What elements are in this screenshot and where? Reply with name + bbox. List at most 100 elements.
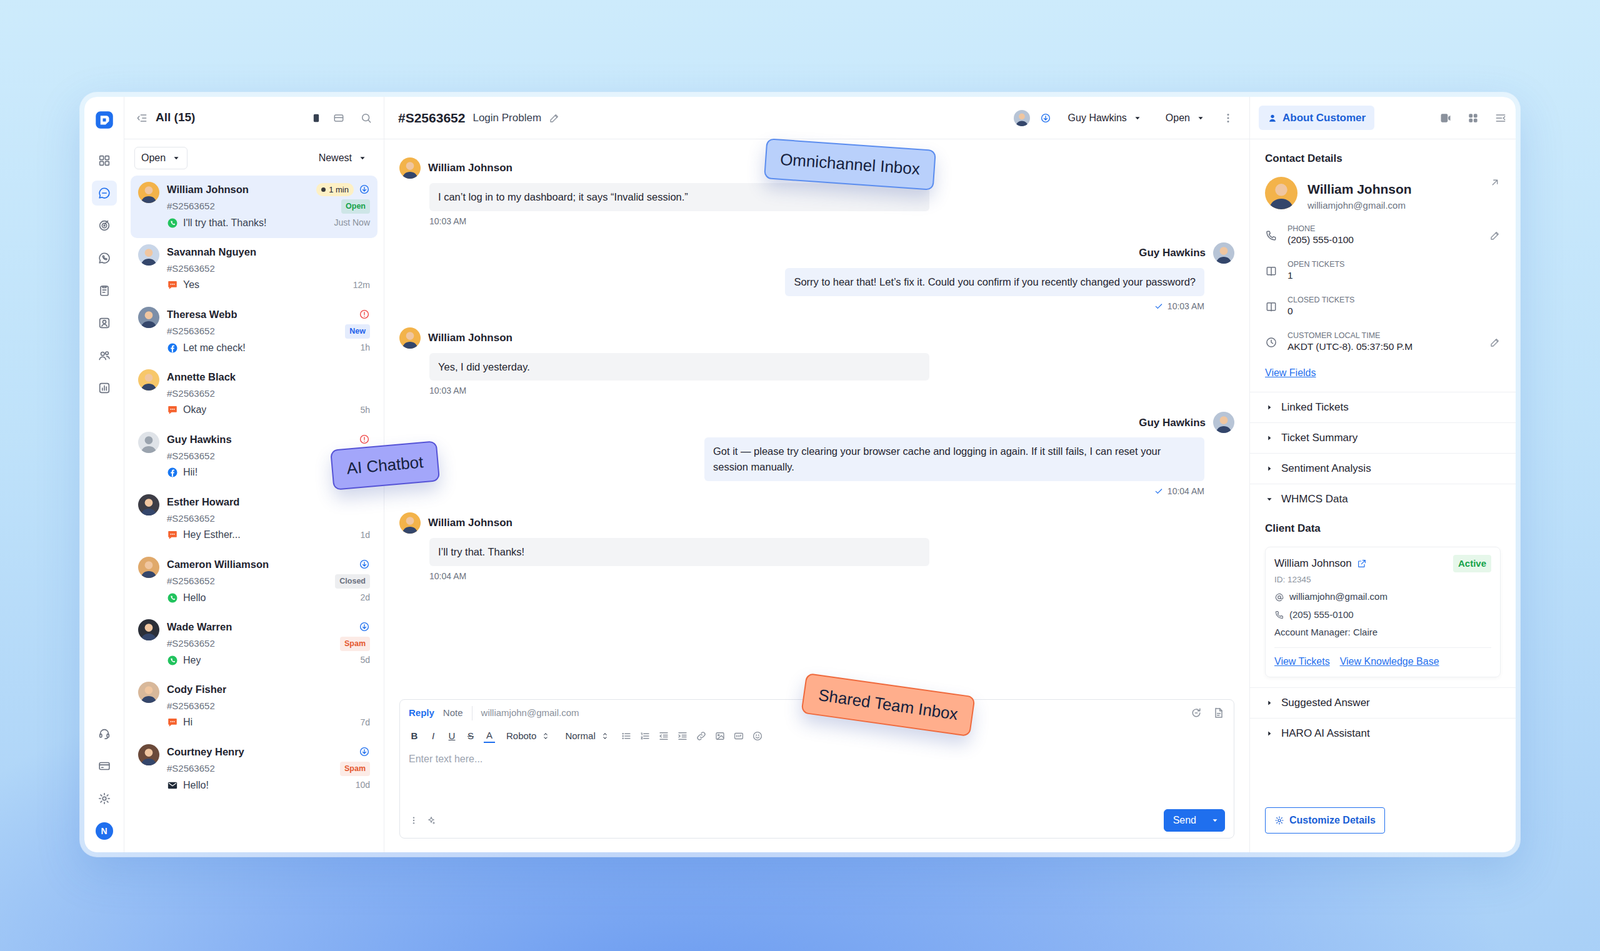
- status-filter[interactable]: Open: [134, 146, 188, 170]
- collapse-panel-button[interactable]: [1494, 111, 1507, 125]
- send-group: Send: [1163, 809, 1225, 832]
- format-button[interactable]: B: [408, 730, 420, 743]
- section-title: WHMCS Data: [1281, 491, 1349, 508]
- apps-tab[interactable]: [1466, 111, 1480, 125]
- conversation-head: Esther Howard: [166, 494, 370, 510]
- contact-field: OPEN TICKETS1: [1265, 253, 1501, 290]
- sidebar-item[interactable]: [91, 375, 117, 401]
- conversation-item[interactable]: Theresa Webb#S2563652NewLet me check!1h: [130, 300, 378, 364]
- conversation-item[interactable]: Cameron Williamson#S2563652ClosedHello2d: [130, 550, 378, 614]
- composer-tab[interactable]: Reply: [408, 706, 435, 721]
- send-button[interactable]: Send: [1163, 809, 1206, 832]
- message-meta: 10:03 AM: [429, 384, 1205, 398]
- avatar: [399, 327, 421, 349]
- edit-field-button[interactable]: [1489, 230, 1501, 242]
- up-down-icon: [541, 731, 550, 741]
- template-button[interactable]: [1212, 706, 1225, 720]
- format-button[interactable]: A: [483, 729, 495, 744]
- section-toggle[interactable]: HARO AI Assistant: [1250, 718, 1516, 749]
- toolbar-button[interactable]: [620, 730, 632, 742]
- edit-field-button[interactable]: [1489, 336, 1501, 349]
- conversation-item[interactable]: Esther Howard#S2563652Hey Esther...1d: [130, 488, 378, 551]
- format-button[interactable]: S: [465, 730, 477, 743]
- client-name[interactable]: William Johnson: [1274, 555, 1352, 572]
- format-button[interactable]: I: [427, 730, 439, 743]
- conversation-summary: Theresa Webb#S2563652NewLet me check!1h: [166, 306, 370, 357]
- pencil-icon: [1489, 230, 1501, 242]
- section-toggle[interactable]: Suggested Answer: [1250, 687, 1516, 719]
- ai-assist-button[interactable]: [426, 815, 437, 826]
- toolbar-button[interactable]: [639, 730, 651, 742]
- section-toggle[interactable]: Ticket Summary: [1250, 422, 1516, 454]
- media-tab[interactable]: [1439, 111, 1452, 125]
- conversation-item[interactable]: Cody Fisher#S2563652Hi7d: [130, 675, 378, 739]
- field-value: 1: [1287, 269, 1501, 282]
- format-button[interactable]: U: [446, 730, 458, 743]
- more-options-button[interactable]: [408, 815, 419, 826]
- collapse-button[interactable]: [135, 111, 149, 125]
- section-toggle[interactable]: Sentiment Analysis: [1250, 453, 1516, 484]
- sidebar-item[interactable]: [91, 148, 117, 174]
- last-message: Hi: [183, 715, 193, 730]
- about-customer-tab[interactable]: About Customer: [1258, 105, 1375, 131]
- send-options-button[interactable]: [1205, 809, 1225, 832]
- section-title: Sentiment Analysis: [1281, 460, 1372, 477]
- section-toggle[interactable]: WHMCS Data: [1250, 483, 1516, 515]
- sidebar-item[interactable]: [91, 278, 117, 304]
- status-dropdown[interactable]: Open: [1158, 106, 1212, 130]
- font-select[interactable]: Roboto: [502, 729, 554, 744]
- conversation-preview: Hi7d: [166, 715, 370, 730]
- view-button[interactable]: [332, 111, 345, 125]
- conversation-meta: #S2563652Spam: [166, 761, 370, 777]
- video-icon: [1439, 111, 1452, 125]
- toolbar-button[interactable]: [751, 730, 764, 742]
- toolbar-button[interactable]: [714, 730, 726, 742]
- client-link[interactable]: View Tickets: [1274, 654, 1330, 670]
- more-button[interactable]: [1221, 111, 1235, 125]
- user-avatar[interactable]: N: [95, 822, 114, 840]
- caret-right-icon: [1265, 698, 1274, 708]
- conversation-item[interactable]: William Johnson1 min#S2563652OpenI'll tr…: [130, 175, 378, 239]
- view-fields-link[interactable]: View Fields: [1265, 365, 1317, 381]
- conversation-item[interactable]: Courtney Henry#S2563652SpamHello!10d: [130, 738, 378, 801]
- sidebar-item[interactable]: [91, 245, 117, 271]
- format-toolbar: BIUSA Roboto Normal: [400, 724, 1234, 749]
- client-link[interactable]: View Knowledge Base: [1340, 654, 1440, 670]
- conversation-item[interactable]: Savannah Nguyen#S2563652Yes12m: [130, 238, 378, 301]
- composer-tab[interactable]: Note: [443, 706, 464, 721]
- conversation-summary: Annette Black#S2563652Okay5h: [166, 369, 370, 420]
- reply-input[interactable]: [400, 748, 1234, 806]
- toolbar-button[interactable]: [733, 730, 745, 742]
- ticket-number: #S2563652: [166, 386, 215, 402]
- sidebar-item[interactable]: [91, 753, 117, 779]
- sort-dropdown[interactable]: Newest: [311, 146, 374, 170]
- conversation-item[interactable]: Annette Black#S2563652Okay5h: [130, 363, 378, 426]
- conversation-item[interactable]: Wade Warren#S2563652SpamHey5d: [130, 613, 378, 676]
- sidebar-item[interactable]: [91, 213, 117, 239]
- toolbar-button[interactable]: [676, 730, 689, 742]
- assignee-dropdown[interactable]: Guy Hawkins: [1061, 106, 1149, 130]
- chat-icon: [166, 404, 179, 416]
- toolbar-button[interactable]: [658, 730, 670, 742]
- conversation-preview: I'll try that. Thanks!Just Now: [166, 215, 370, 231]
- search-icon: [360, 111, 373, 125]
- search-button[interactable]: [360, 111, 373, 125]
- customize-details-button[interactable]: Customize Details: [1265, 807, 1385, 834]
- sidebar-item[interactable]: [91, 721, 117, 747]
- more-vertical-icon: [1221, 111, 1235, 125]
- caret-right-icon: [1265, 433, 1274, 443]
- open-contact-button[interactable]: [1489, 176, 1501, 189]
- toolbar-button[interactable]: [695, 730, 707, 742]
- ai-rewrite-button[interactable]: [1190, 706, 1203, 720]
- edit-subject-button[interactable]: [548, 112, 560, 124]
- at-icon: [1274, 592, 1285, 603]
- client-data: Client DataWilliam JohnsonActiveID: 1234…: [1250, 514, 1516, 688]
- sidebar-item[interactable]: [91, 343, 117, 369]
- section-toggle[interactable]: Linked Tickets: [1250, 391, 1516, 423]
- view-button[interactable]: [310, 111, 323, 125]
- pencil-icon: [1489, 336, 1501, 349]
- sidebar-item[interactable]: [91, 310, 117, 336]
- sidebar-item[interactable]: [91, 786, 117, 812]
- sidebar-item[interactable]: [91, 180, 117, 206]
- size-select[interactable]: Normal: [561, 729, 613, 744]
